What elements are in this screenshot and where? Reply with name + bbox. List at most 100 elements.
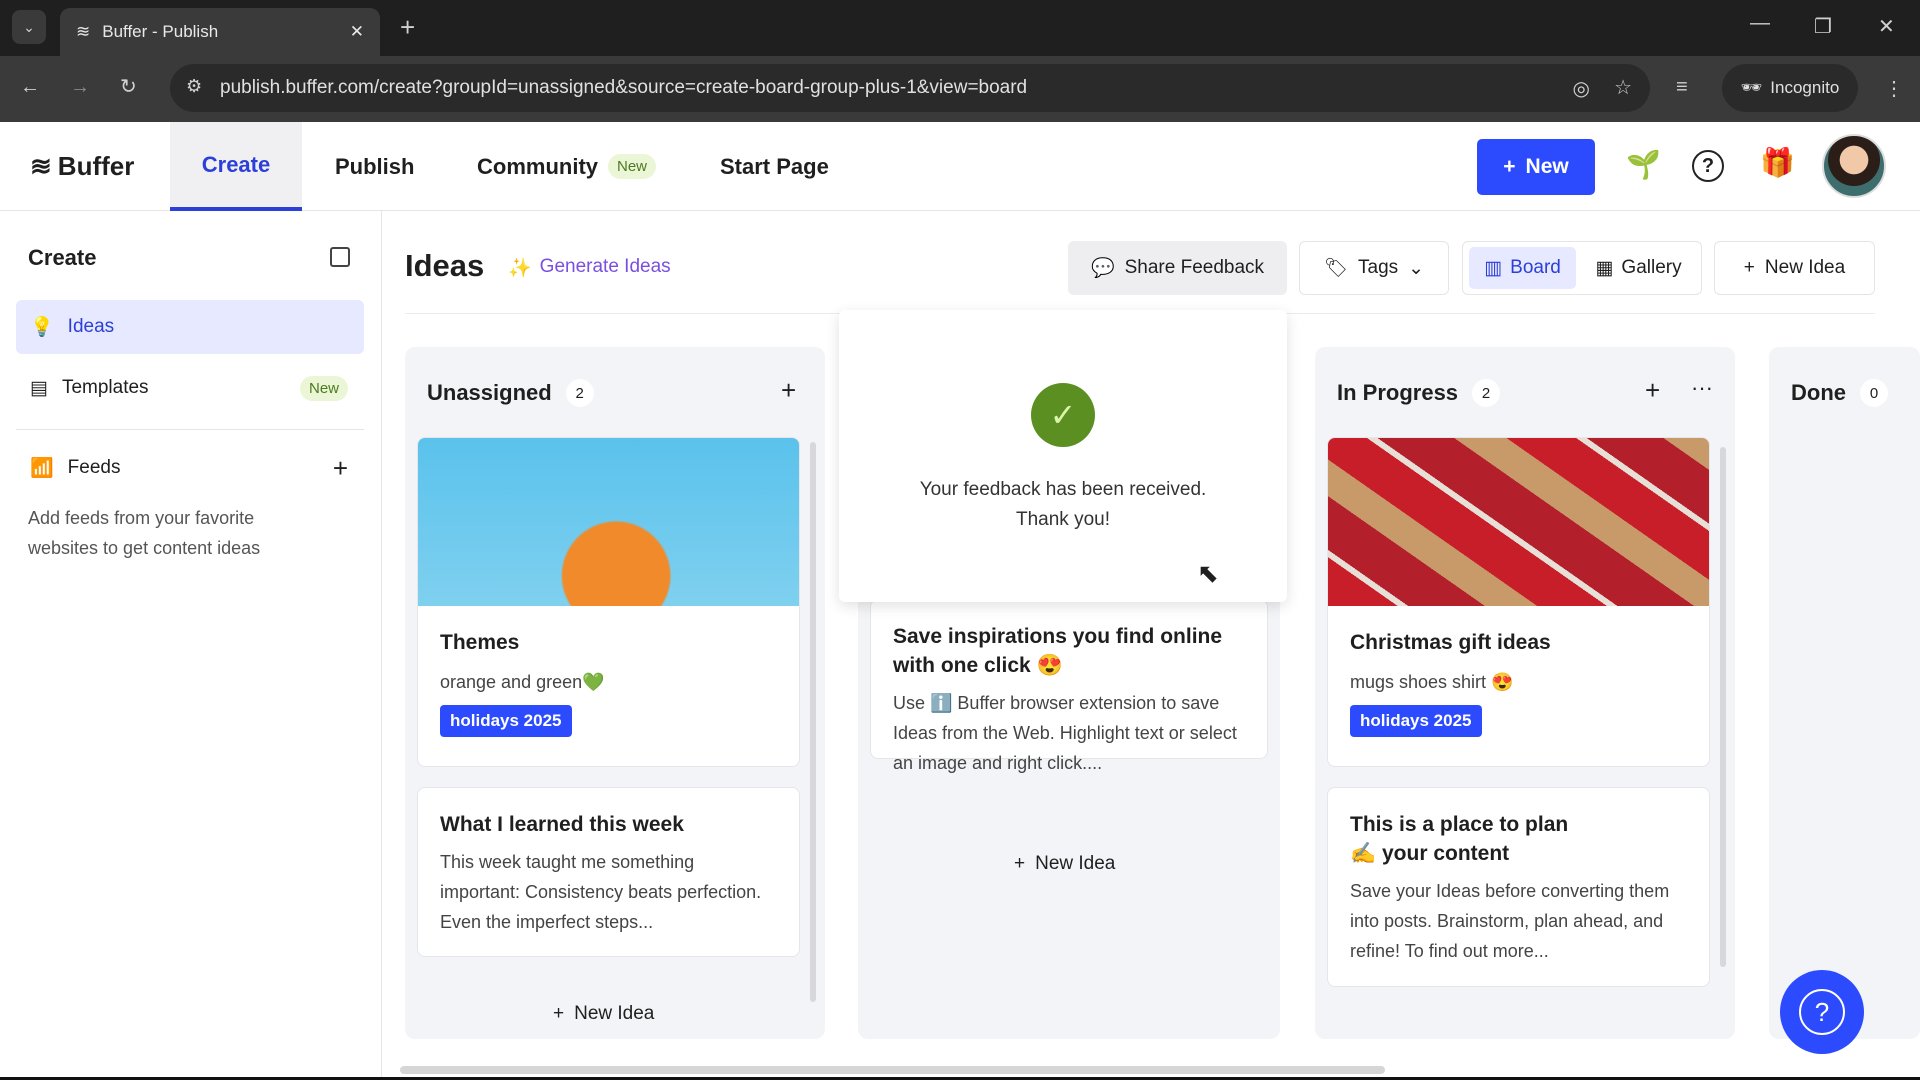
close-window-button[interactable]: ✕ [1878,14,1895,39]
board-label: Board [1510,257,1561,279]
idea-card[interactable]: What I learned this week This week taugh… [417,787,800,957]
idea-card[interactable]: Themes orange and green💚 holidays 2025 [417,437,800,767]
card-body: Save your Ideas before converting them i… [1350,876,1687,966]
avatar[interactable] [1822,134,1886,198]
sidebar-item-templates[interactable]: ▤TemplatesNew [16,361,364,415]
new-idea-button[interactable]: +New Idea [1714,241,1875,295]
browser-menu-icon[interactable]: ⋮ [1884,76,1904,101]
generate-ideas-button[interactable]: ✨ Generate Ideas [508,256,671,280]
column-header: Unassigned 2 [427,379,594,407]
nav-create[interactable]: Create [170,122,302,211]
column-scrollbar[interactable] [810,442,816,1002]
gift-icon[interactable]: 🎁 [1760,146,1795,179]
buffer-logo[interactable]: ≋Buffer [30,122,134,211]
card-title: Save inspirations you find online with o… [893,622,1245,680]
add-idea-icon[interactable]: + [781,375,796,406]
card-body: orange and green💚 [440,667,777,697]
generate-ideas-label: Generate Ideas [540,256,671,280]
url-text: publish.buffer.com/create?groupId=unassi… [220,77,1027,99]
page-title: Ideas [405,248,484,284]
bookmark-star-icon[interactable]: ☆ [1614,75,1632,100]
idea-card[interactable]: Save inspirations you find online with o… [870,599,1268,759]
nav-community[interactable]: Community New [477,122,656,211]
card-image-orange [418,438,799,606]
nav-community-label: Community [477,154,598,180]
sidebar-item-label: Feeds [68,457,319,479]
sidebar-item-feeds[interactable]: 📶 Feeds + [16,441,364,495]
gallery-icon: ▦ [1595,257,1613,280]
card-title: Themes [440,628,777,657]
rss-icon: 📶 [30,456,54,480]
tag-badge[interactable]: holidays 2025 [1350,705,1482,737]
column-count: 2 [1472,379,1500,407]
collapse-sidebar-icon[interactable] [330,247,350,267]
new-badge: New [608,154,656,179]
mouse-cursor-icon: ⬉ [1197,558,1219,589]
column-title: Done [1791,380,1846,406]
logo-text: Buffer [58,151,135,182]
tab-list-button[interactable]: ⌄ [12,10,46,44]
add-feed-icon[interactable]: + [333,453,348,484]
gallery-label: Gallery [1621,257,1681,279]
new-idea-label: New Idea [574,1003,654,1025]
board-icon: ▥ [1484,257,1502,280]
tag-badge[interactable]: holidays 2025 [440,705,572,737]
tags-dropdown[interactable]: 🏷Tags⌄ [1299,241,1449,295]
card-body: This week taught me something important:… [440,847,777,937]
browser-tab-bar: ⌄ ≋ Buffer - Publish ✕ + — ❐ ✕ [0,0,1920,56]
column-title: In Progress [1337,380,1458,406]
magic-wand-icon: ✨ [508,256,532,280]
toast-thanks: Thank you! [839,505,1287,535]
column-done: Done0 [1769,347,1920,1039]
help-chat-button[interactable]: ? [1780,970,1864,1054]
sidebar-title: Create [28,245,96,271]
add-idea-icon[interactable]: + [1645,375,1660,406]
url-input[interactable]: ⚙ publish.buffer.com/create?groupId=unas… [170,64,1650,112]
board-view-button[interactable]: ▥ Board [1469,247,1576,289]
nav-start-page[interactable]: Start Page [720,122,829,211]
more-options-icon[interactable]: ··· [1691,375,1713,401]
idea-card[interactable]: This is a place to plan ✍️ your content … [1327,787,1710,987]
feedback-icon: 💬 [1091,256,1115,280]
nav-publish[interactable]: Publish [335,122,414,211]
sidebar: Create 💡Ideas ▤TemplatesNew 📶Feeds+ Add … [0,211,382,1077]
help-icon[interactable]: ? [1692,150,1724,182]
idea-card[interactable]: Christmas gift ideas mugs shoes shirt 😍 … [1327,437,1710,767]
new-button[interactable]: +New [1477,139,1595,195]
horizontal-scrollbar[interactable] [400,1066,1385,1074]
column-count: 2 [566,379,594,407]
column-header: In Progress 2 [1337,379,1500,407]
divider [16,429,364,430]
close-tab-icon[interactable]: ✕ [350,22,364,42]
eye-off-icon[interactable]: ◎ [1573,76,1590,101]
column-new-idea-button[interactable]: +New Idea [1014,853,1115,875]
minimize-button[interactable]: — [1750,12,1770,35]
incognito-icon: 🕶 [1741,78,1763,98]
lightbulb-icon: 💡 [30,315,54,339]
tags-label: Tags [1358,257,1398,279]
card-body: Use ℹ️ Buffer browser extension to save … [893,688,1245,778]
browser-tab[interactable]: ≋ Buffer - Publish ✕ [60,8,380,56]
forward-icon[interactable]: → [70,76,90,99]
card-image-gifts [1328,438,1709,606]
column-title: Unassigned [427,380,552,406]
column-scrollbar[interactable] [1720,447,1726,967]
sidebar-item-label: Ideas [68,316,114,338]
card-body: mugs shoes shirt 😍 [1350,667,1687,697]
incognito-label: Incognito [1770,78,1839,98]
sprout-icon[interactable]: 🌱 [1626,148,1661,181]
reload-icon[interactable]: ↻ [120,74,137,99]
column-new-idea-button[interactable]: +New Idea [553,1003,654,1025]
restore-button[interactable]: ❐ [1814,14,1832,39]
site-settings-icon[interactable]: ⚙ [186,76,202,97]
sidebar-item-ideas[interactable]: 💡 Ideas [16,300,364,354]
card-title: What I learned this week [440,810,777,839]
column-in-progress: In Progress 2 + ··· Christmas gift ideas … [1315,347,1735,1039]
reading-list-icon[interactable]: ≡ [1676,76,1688,99]
new-badge: New [300,376,348,401]
gallery-view-button[interactable]: ▦ Gallery [1582,247,1695,289]
back-icon[interactable]: ← [20,76,40,99]
new-tab-button[interactable]: + [400,12,415,43]
share-feedback-button[interactable]: 💬Share Feedback [1068,241,1287,295]
incognito-indicator[interactable]: 🕶 Incognito [1722,64,1858,112]
